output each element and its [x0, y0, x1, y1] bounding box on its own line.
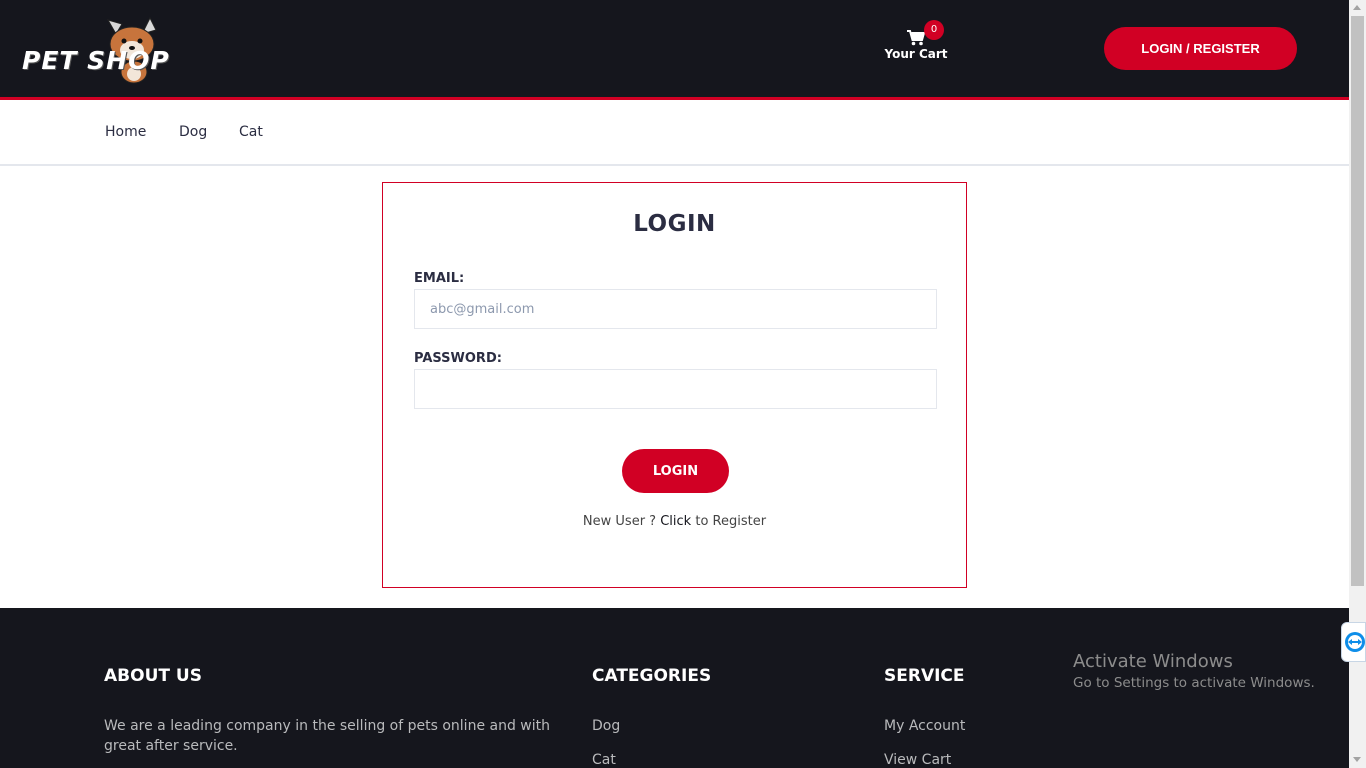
- register-link[interactable]: Click: [660, 514, 691, 529]
- cart-label: Your Cart: [884, 47, 948, 61]
- watermark-subtitle: Go to Settings to activate Windows.: [1073, 675, 1315, 691]
- nav-item-dog[interactable]: Dog: [179, 124, 207, 140]
- email-label: EMAIL:: [414, 271, 465, 286]
- scrollbar-thumb[interactable]: [1351, 16, 1364, 586]
- shopping-cart-icon: [907, 30, 925, 46]
- footer-link-dog[interactable]: Dog: [592, 718, 620, 734]
- about-text: We are a leading company in the selling …: [104, 718, 550, 754]
- service-heading: SERVICE: [884, 666, 965, 686]
- password-label: PASSWORD:: [414, 351, 502, 366]
- login-submit-button[interactable]: LOGIN: [622, 449, 729, 493]
- register-prompt: New User ? Click to Register: [383, 514, 966, 529]
- password-field[interactable]: [414, 369, 937, 409]
- categories-heading: CATEGORIES: [592, 666, 712, 686]
- register-suffix: to Register: [695, 514, 767, 529]
- cart-button[interactable]: Your Cart 0: [876, 18, 956, 68]
- watermark-title: Activate Windows: [1073, 651, 1233, 672]
- teamviewer-icon: [1345, 632, 1365, 652]
- login-title: LOGIN: [633, 211, 716, 237]
- windows-activation-watermark: Activate Windows Go to Settings to activ…: [1073, 651, 1315, 691]
- cart-count-badge: 0: [924, 20, 944, 40]
- site-header: PET SHOP Your Cart 0 LOGIN / REGISTER: [0, 0, 1349, 100]
- footer-link-my-account[interactable]: My Account: [884, 718, 965, 734]
- main-nav: Home Dog Cat: [0, 103, 1349, 166]
- email-field[interactable]: [414, 289, 937, 329]
- scroll-up-icon[interactable]: [1353, 5, 1361, 10]
- logo-text: PET SHOP: [22, 46, 170, 75]
- teamviewer-widget[interactable]: [1341, 622, 1366, 662]
- about-heading: ABOUT US: [104, 666, 202, 686]
- pet-shop-logo[interactable]: PET SHOP: [22, 14, 217, 86]
- scroll-down-icon[interactable]: [1353, 757, 1361, 762]
- register-prefix: New User ?: [582, 514, 657, 529]
- footer-link-view-cart[interactable]: View Cart: [884, 752, 951, 768]
- footer-link-cat[interactable]: Cat: [592, 752, 616, 768]
- login-form: LOGIN EMAIL: PASSWORD: LOGIN New User ? …: [382, 182, 967, 588]
- nav-item-cat[interactable]: Cat: [239, 124, 263, 140]
- login-register-button[interactable]: LOGIN / REGISTER: [1104, 27, 1297, 70]
- nav-item-home[interactable]: Home: [105, 124, 146, 140]
